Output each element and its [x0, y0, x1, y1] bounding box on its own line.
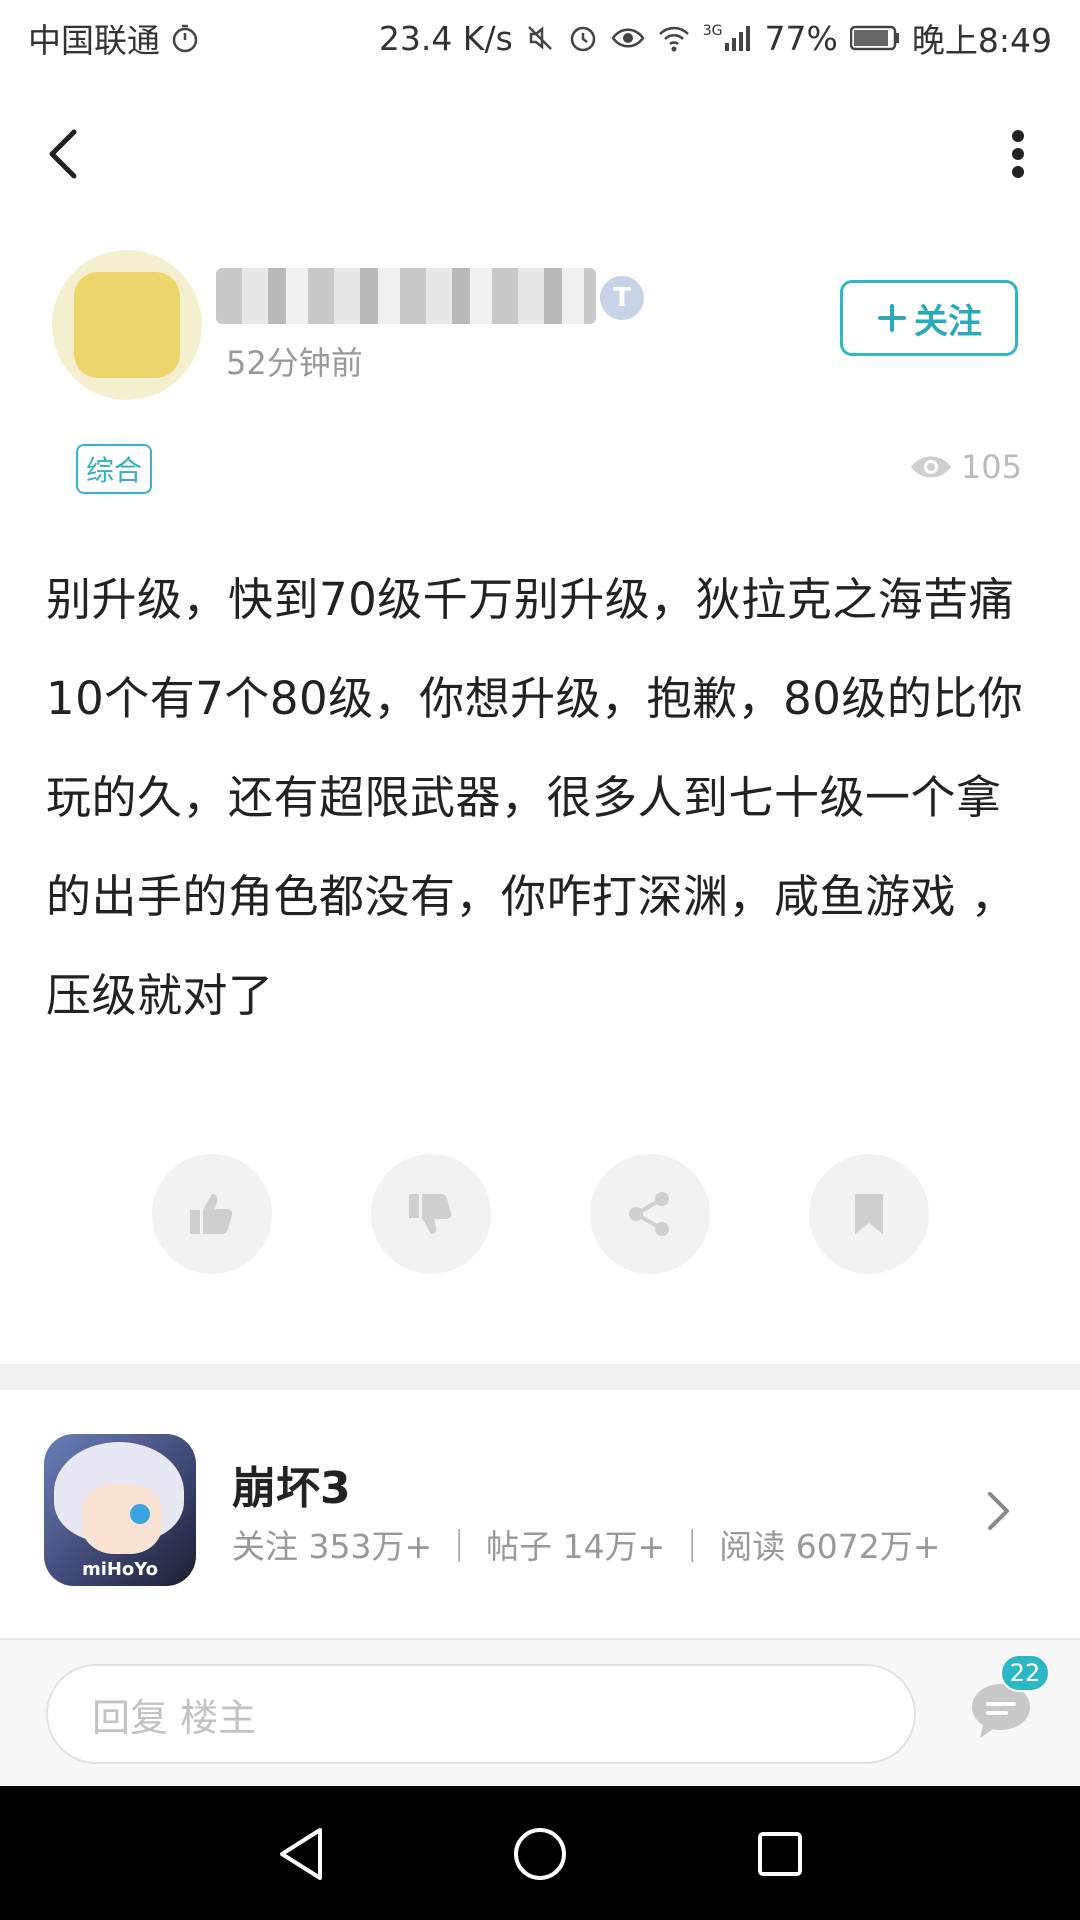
stopwatch-icon: [170, 23, 200, 53]
post-content: 别升级，快到70级千万别升级，狄拉克之海苦痛10个有7个80级，你想升级，抱歉，…: [46, 573, 1024, 1022]
nav-recents-button[interactable]: [748, 1822, 812, 1886]
system-nav-bar: [0, 1786, 1080, 1920]
view-count-value: 105: [960, 448, 1022, 486]
chevron-right-icon: [988, 1492, 1009, 1530]
eye-comfort-icon: [611, 23, 645, 53]
level-badge: T: [600, 276, 644, 320]
nav-home-button[interactable]: [508, 1822, 572, 1886]
carrier-label: 中国联通: [28, 21, 160, 60]
reply-placeholder: 回复 楼主: [92, 1695, 257, 1740]
author-avatar[interactable]: [52, 250, 202, 400]
network-type: 3G: [702, 23, 723, 39]
status-left: 中国联通: [28, 14, 200, 62]
section-divider: [0, 1364, 1080, 1390]
comment-count-badge: 22: [1000, 1654, 1050, 1692]
eye-icon: [910, 456, 951, 478]
bookmark-button[interactable]: [809, 1154, 929, 1274]
view-count: 105: [909, 448, 1022, 486]
nav-back-button[interactable]: [270, 1822, 334, 1886]
network-speed: 23.4 K/s: [378, 18, 513, 58]
plus-icon: [878, 304, 906, 332]
bookmark-icon: [855, 1194, 883, 1234]
like-button[interactable]: [152, 1154, 272, 1274]
share-icon: [629, 1192, 669, 1236]
status-right: 23.4 K/s 3G 77% 晚上8:49: [379, 14, 1052, 62]
circle-home-icon: [514, 1828, 566, 1880]
signal-icon: 3G: [703, 23, 753, 53]
forum-icon-brand: miHoYo: [81, 1559, 159, 1580]
alarm-icon: [567, 22, 599, 54]
status-bar: 中国联通 23.4 K/s 3G 77% 晚上8:49: [0, 0, 1080, 76]
forum-stats: 关注 353万+ ｜ 帖子 14万+ ｜ 阅读 6072万+: [232, 1527, 941, 1566]
wifi-icon: [657, 23, 691, 53]
back-button[interactable]: [38, 118, 94, 190]
reply-bar: 回复 楼主 22: [0, 1638, 1080, 1786]
battery-percent: 77%: [764, 18, 838, 58]
forum-name[interactable]: 崩坏3: [232, 1452, 351, 1516]
share-button[interactable]: [590, 1154, 710, 1274]
clock: 晚上8:49: [911, 21, 1052, 60]
chevron-left-icon: [49, 129, 77, 179]
reply-input[interactable]: 回复 楼主: [46, 1664, 916, 1764]
category-tag[interactable]: 综合: [76, 444, 153, 494]
thumbs-up-icon: [190, 1194, 233, 1234]
author-name-blurred[interactable]: [216, 268, 596, 324]
square-recents-icon: [758, 1832, 802, 1876]
forum-enter-button[interactable]: [980, 1488, 1016, 1534]
follow-label: 关注: [914, 301, 982, 342]
dislike-button[interactable]: [371, 1154, 491, 1274]
post-actions: [0, 1154, 1080, 1278]
more-vertical-icon: [1012, 130, 1024, 178]
forum-icon[interactable]: miHoYo: [44, 1434, 196, 1586]
follow-button[interactable]: 关注: [840, 280, 1018, 356]
more-options-button[interactable]: [994, 118, 1042, 190]
mute-icon: [525, 23, 555, 53]
triangle-back-icon: [280, 1828, 322, 1880]
battery-icon: [849, 25, 900, 51]
post-time: 52分钟前: [226, 344, 363, 382]
thumbs-down-icon: [409, 1194, 452, 1234]
